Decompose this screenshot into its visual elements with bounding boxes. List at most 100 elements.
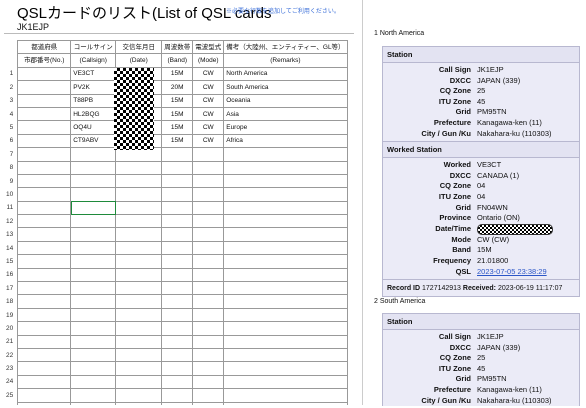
cell-band[interactable]: 20M [161, 80, 194, 95]
cell-callsign[interactable] [70, 334, 117, 349]
cell-band[interactable] [161, 240, 194, 256]
cell-callsign[interactable]: T88PB [70, 93, 117, 108]
cell-prefecture[interactable] [17, 307, 72, 323]
cell-callsign[interactable] [70, 240, 117, 256]
cell-prefecture[interactable] [17, 267, 72, 283]
cell-band[interactable] [161, 321, 194, 336]
cell-callsign[interactable] [70, 388, 117, 403]
cell-callsign[interactable] [70, 227, 117, 242]
cell-remarks[interactable]: Asia [223, 106, 348, 122]
cell-mode[interactable] [192, 361, 225, 376]
cell-date[interactable] [115, 334, 163, 349]
cell-remarks[interactable] [223, 307, 348, 323]
cell-remarks[interactable] [223, 227, 348, 242]
cell-remarks[interactable]: South America [223, 80, 348, 95]
header-callsign[interactable]: コールサイン [70, 39, 117, 55]
cell-prefecture[interactable] [17, 173, 72, 189]
header-remarks-en[interactable]: (Remarks) [223, 53, 348, 68]
cell-remarks[interactable] [223, 361, 348, 376]
cell-date[interactable] [115, 214, 163, 229]
cell-mode[interactable]: CW [192, 93, 225, 108]
cell-band[interactable] [161, 388, 194, 403]
cell-callsign[interactable] [70, 281, 117, 296]
cell-remarks[interactable]: Europe [223, 120, 348, 135]
cell-remarks[interactable] [223, 240, 348, 256]
cell-date[interactable] [115, 361, 163, 376]
cell-band[interactable]: 15M [161, 93, 194, 108]
cell-band[interactable] [161, 200, 194, 216]
header-remarks[interactable]: 備考（大陸州、エンティティー、GL等） [223, 39, 348, 55]
cell-mode[interactable] [192, 281, 225, 296]
cell-prefecture[interactable] [17, 281, 72, 296]
cell-prefecture[interactable] [17, 334, 72, 349]
cell-date[interactable] [115, 281, 163, 296]
cell-mode[interactable] [192, 347, 225, 363]
cell-band[interactable] [161, 214, 194, 229]
cell-band[interactable] [161, 147, 194, 162]
cell-callsign[interactable] [70, 267, 117, 283]
cell-remarks[interactable] [223, 200, 348, 216]
cell-band[interactable] [161, 294, 194, 309]
cell-date[interactable] [115, 307, 163, 323]
cell-prefecture[interactable] [17, 106, 72, 122]
cell-prefecture[interactable] [17, 227, 72, 242]
cell-date[interactable] [115, 294, 163, 309]
cell-date[interactable] [115, 173, 163, 189]
cell-band[interactable] [161, 173, 194, 189]
cell-mode[interactable]: CW [192, 120, 225, 135]
cell-mode[interactable] [192, 321, 225, 336]
cell-band[interactable]: 15M [161, 66, 194, 82]
header-callsign-en[interactable]: (Callsign) [70, 53, 117, 68]
cell-band[interactable] [161, 374, 194, 390]
cell-prefecture[interactable] [17, 147, 72, 162]
cell-callsign[interactable] [70, 147, 117, 162]
cell-remarks[interactable] [223, 214, 348, 229]
cell-prefecture[interactable] [17, 200, 72, 216]
cell-mode[interactable] [192, 294, 225, 309]
cell-mode[interactable]: CW [192, 106, 225, 122]
cell-prefecture[interactable] [17, 240, 72, 256]
cell-callsign[interactable] [70, 200, 117, 216]
cell-mode[interactable] [192, 334, 225, 349]
header-band-en[interactable]: (Band) [161, 53, 194, 68]
cell-mode[interactable] [192, 173, 225, 189]
cell-mode[interactable] [192, 200, 225, 216]
cell-date[interactable] [115, 347, 163, 363]
header-date[interactable]: 交信年月日 [115, 39, 163, 55]
header-mode-en[interactable]: (Mode) [192, 53, 225, 68]
cell-date[interactable] [115, 200, 163, 216]
header-band[interactable]: 周波数帯 [161, 39, 194, 55]
cell-callsign[interactable] [70, 254, 117, 269]
cell-callsign[interactable]: CT9ABV [70, 133, 117, 149]
cell-remarks[interactable] [223, 374, 348, 390]
cell-date[interactable] [115, 240, 163, 256]
cell-remarks[interactable]: North America [223, 66, 348, 82]
cell-band[interactable] [161, 227, 194, 242]
cell-band[interactable] [161, 334, 194, 349]
cell-date[interactable] [115, 254, 163, 269]
cell-band[interactable] [161, 347, 194, 363]
cell-callsign[interactable]: PV2K [70, 80, 117, 95]
cell-band[interactable] [161, 307, 194, 323]
cell-callsign[interactable] [70, 374, 117, 390]
cell-date[interactable] [115, 321, 163, 336]
cell-prefecture[interactable] [17, 93, 72, 108]
cell-mode[interactable] [192, 214, 225, 229]
cell-prefecture[interactable] [17, 361, 72, 376]
header-mode[interactable]: 電波型式 [192, 39, 225, 55]
cell-band[interactable]: 15M [161, 106, 194, 122]
cell-prefecture[interactable] [17, 66, 72, 82]
cell-band[interactable] [161, 281, 194, 296]
cell-remarks[interactable] [223, 334, 348, 349]
cell-prefecture[interactable] [17, 294, 72, 309]
cell-band[interactable] [161, 267, 194, 283]
cell-mode[interactable]: CW [192, 80, 225, 95]
cell-band[interactable] [161, 187, 194, 202]
sheet-callsign[interactable]: JK1EJP [17, 22, 49, 32]
cell-remarks[interactable] [223, 321, 348, 336]
cell-mode[interactable] [192, 187, 225, 202]
cell-callsign[interactable] [70, 347, 117, 363]
cell-band[interactable] [161, 254, 194, 269]
cell-prefecture[interactable] [17, 160, 72, 175]
cell-callsign[interactable] [70, 214, 117, 229]
